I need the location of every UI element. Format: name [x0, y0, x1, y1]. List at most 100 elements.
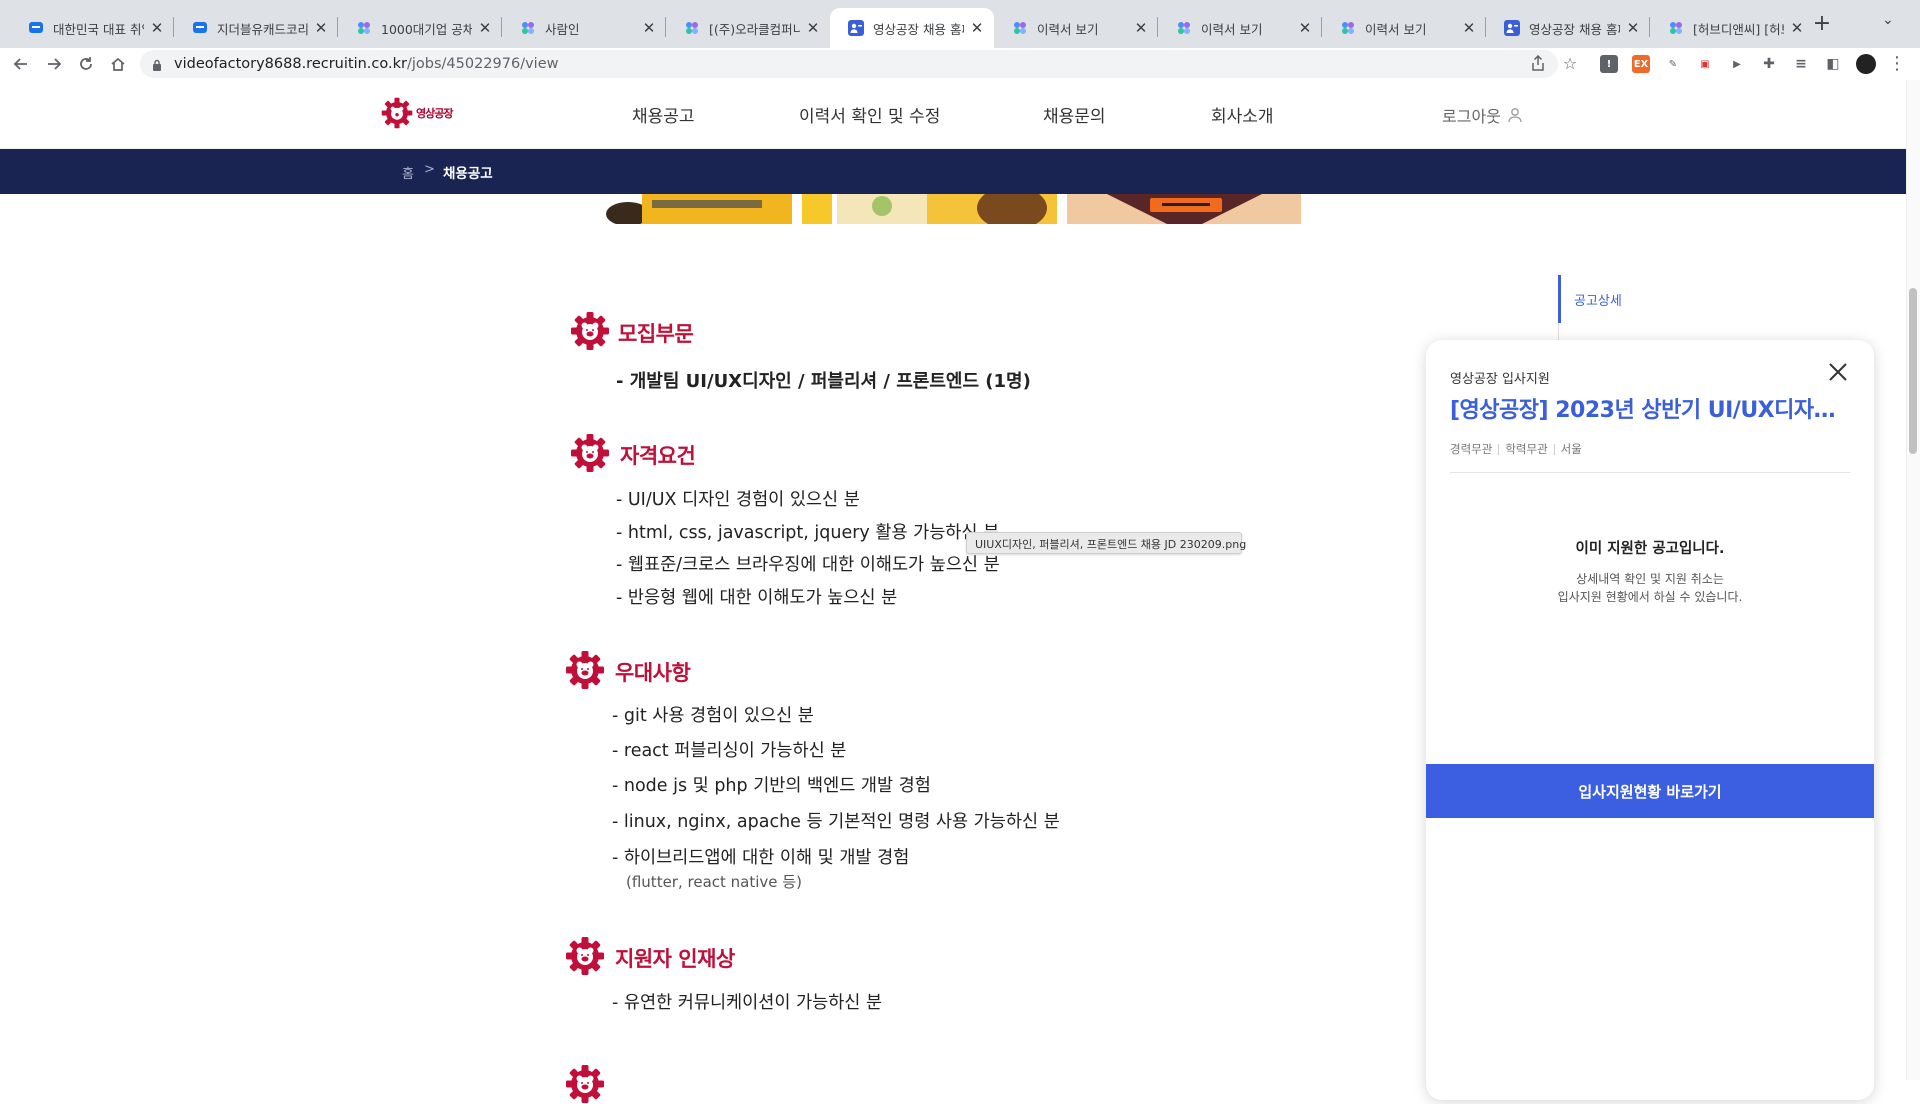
- reload-icon[interactable]: [74, 52, 98, 76]
- panel-divider: [1450, 472, 1850, 473]
- tab-close-icon[interactable]: ✕: [150, 19, 164, 37]
- tab-title: 이력서 보기: [1201, 21, 1263, 37]
- browser-tab[interactable]: 대한민국 대표 취업포 ✕: [10, 8, 174, 48]
- side-panel-icon[interactable]: ◧: [1824, 55, 1842, 73]
- address-bar[interactable]: videofactory8688.recruitin.co.kr/jobs/45…: [140, 50, 1558, 78]
- job-banner-image: [592, 194, 1301, 224]
- nav-company-intro[interactable]: 회사소개: [1211, 102, 1274, 127]
- description-line: 입사지원 현황에서 하실 수 있습니다.: [1557, 590, 1743, 604]
- tab-separator: [1321, 17, 1322, 37]
- application-status-button[interactable]: 입사지원현황 바로가기: [1426, 764, 1874, 818]
- tab-separator: [501, 17, 502, 37]
- pen-extension-icon[interactable]: ✎: [1664, 55, 1682, 73]
- browser-tab[interactable]: 이력서 보기 ✕: [1322, 8, 1486, 48]
- nav-resume-edit[interactable]: 이력서 확인 및 수정: [799, 102, 940, 127]
- list-item: - git 사용 경험이 있으신 분: [612, 706, 814, 726]
- tab-title: 사람인: [545, 21, 580, 37]
- site-logo[interactable]: 영상공장: [380, 96, 453, 130]
- tab-title: [허브디앤씨] [허브디: [1693, 21, 1784, 37]
- tab-close-icon[interactable]: ✕: [642, 19, 656, 37]
- media-extension-icon[interactable]: ▶: [1728, 55, 1746, 73]
- browser-tab[interactable]: [(주)오라클컴퍼니] [✕: [666, 8, 830, 48]
- browser-tab[interactable]: 1000대기업 공채속 ✕: [338, 8, 502, 48]
- reading-list-icon[interactable]: ≡: [1792, 55, 1810, 73]
- back-icon[interactable]: [9, 52, 33, 76]
- image-filename-tooltip: UIUX디자인, 퍼블리셔, 프론트엔드 채용 JD 230209.png: [966, 532, 1246, 554]
- list-item: - html, css, javascript, jquery 활용 가능하신 …: [616, 523, 1000, 543]
- page-scrollbar-track[interactable]: [1906, 80, 1920, 1080]
- tab-separator: [1485, 17, 1486, 37]
- share-icon[interactable]: [1529, 54, 1547, 72]
- already-applied-description: 상세내역 확인 및 지원 취소는 입사지원 현황에서 하실 수 있습니다.: [1426, 570, 1874, 606]
- tab-close-icon[interactable]: ✕: [1298, 19, 1312, 37]
- tab-separator: [337, 17, 338, 37]
- ex-extension-icon[interactable]: EX: [1632, 55, 1650, 73]
- new-tab-button[interactable]: +: [1808, 10, 1836, 38]
- section-title-ideal-candidate: 지원자 인재상: [615, 947, 735, 971]
- list-item: - 웹표준/크로스 브라우징에 대한 이해도가 높으신 분: [616, 555, 1000, 575]
- browser-menu-icon[interactable]: ⋮: [1888, 53, 1906, 74]
- chat-icon: [28, 20, 44, 36]
- breadcrumb-current: 채용공고: [443, 166, 493, 182]
- user-icon: [1508, 108, 1522, 123]
- browser-tab[interactable]: 영상공장 채용 홈페이 ✕: [1486, 8, 1650, 48]
- list-item: - 하이브리드앱에 대한 이해 및 개발 경험: [612, 848, 910, 868]
- panel-tags: 경력무관 학력무관 서울: [1450, 441, 1582, 457]
- tab-close-icon[interactable]: ✕: [806, 19, 820, 37]
- close-icon[interactable]: [1826, 360, 1850, 384]
- breadcrumb-chevron-icon: >: [424, 162, 435, 177]
- browser-tab[interactable]: [허브디앤씨] [허브디 ✕: [1650, 8, 1814, 48]
- browser-tab[interactable]: 이력서 보기 ✕: [1158, 8, 1322, 48]
- side-nav-job-detail[interactable]: 공고상세: [1574, 290, 1622, 309]
- browser-tab[interactable]: 영상공장 채용 홈페이 ✕: [830, 8, 994, 48]
- section-title-qualifications: 자격요건: [620, 444, 696, 468]
- gear-mascot-icon: [570, 311, 610, 351]
- browser-toolbar: videofactory8688.recruitin.co.kr/jobs/45…: [0, 48, 1920, 80]
- list-item: - node js 및 php 기반의 백엔드 개발 경험: [612, 776, 931, 796]
- list-item: - 개발팀 UI/UX디자인 / 퍼블리셔 / 프론트엔드 (1명): [616, 371, 1031, 392]
- logout-button[interactable]: 로그아웃: [1442, 103, 1523, 127]
- description-line: 상세내역 확인 및 지원 취소는: [1576, 572, 1724, 586]
- page-scrollbar-thumb[interactable]: [1909, 288, 1917, 454]
- panel-subtitle: 영상공장 입사지원: [1450, 372, 1550, 387]
- tab-title: 영상공장 채용 홈페이: [873, 21, 964, 37]
- nav-recruit-inquiry[interactable]: 채용문의: [1043, 102, 1106, 127]
- apply-panel: 영상공장 입사지원 [영상공장] 2023년 상반기 UI/UX디자인 / 퍼블…: [1426, 340, 1874, 1100]
- bookmark-star-icon[interactable]: ☆: [1561, 54, 1579, 73]
- dots-icon: [684, 20, 700, 36]
- cast-extension-icon[interactable]: ▣: [1696, 55, 1714, 73]
- gear-mascot-icon: [565, 1064, 605, 1104]
- tab-close-icon[interactable]: ✕: [970, 19, 984, 37]
- tab-close-icon[interactable]: ✕: [1626, 19, 1640, 37]
- section-title-recruit-field: 모집부문: [618, 322, 694, 346]
- dots-icon: [1176, 20, 1192, 36]
- tab-close-icon[interactable]: ✕: [478, 19, 492, 37]
- lock-icon: [152, 57, 162, 76]
- browser-tab[interactable]: 지더블유캐드코리아 ✕: [174, 8, 338, 48]
- tab-close-icon[interactable]: ✕: [1462, 19, 1476, 37]
- reader-extension-icon[interactable]: !: [1600, 55, 1618, 73]
- breadcrumb: 홈 > 채용공고: [0, 149, 1906, 194]
- tab-search-icon[interactable]: ⌄: [1882, 12, 1894, 28]
- tag-experience: 경력무관: [1450, 442, 1493, 456]
- forward-icon[interactable]: [42, 52, 66, 76]
- tab-title: 영상공장 채용 홈페이: [1529, 21, 1620, 37]
- tab-close-icon[interactable]: ✕: [1790, 19, 1804, 37]
- side-nav-active-indicator: [1558, 275, 1561, 323]
- tag-education: 학력무관: [1505, 442, 1548, 456]
- browser-tab[interactable]: 이력서 보기 ✕: [994, 8, 1158, 48]
- profile-avatar[interactable]: [1856, 54, 1876, 74]
- tab-close-icon[interactable]: ✕: [314, 19, 328, 37]
- list-item: - 반응형 웹에 대한 이해도가 높으신 분: [616, 588, 898, 608]
- extensions-puzzle-icon[interactable]: ✚: [1760, 55, 1778, 73]
- browser-tab[interactable]: 사람인 ✕: [502, 8, 666, 48]
- home-icon[interactable]: [106, 52, 130, 76]
- nav-job-postings[interactable]: 채용공고: [632, 102, 695, 127]
- dots-icon: [1012, 20, 1028, 36]
- tab-close-icon[interactable]: ✕: [1134, 19, 1148, 37]
- tab-title: 1000대기업 공채속: [381, 21, 472, 37]
- tab-title: 이력서 보기: [1037, 21, 1099, 37]
- breadcrumb-home[interactable]: 홈: [402, 163, 414, 182]
- list-item-note: (flutter, react native 등): [626, 873, 802, 891]
- tab-title: 이력서 보기: [1365, 21, 1427, 37]
